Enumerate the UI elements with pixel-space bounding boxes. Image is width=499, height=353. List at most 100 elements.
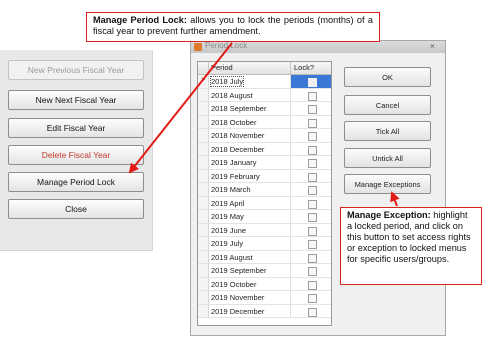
table-row[interactable]: 2018 December [198,142,331,156]
fiscal-year-panel: New Previous Fiscal Year New Next Fiscal… [0,50,153,251]
period-cell: 2019 November [211,293,265,302]
lock-checkbox[interactable] [308,240,317,249]
row-indicator [198,210,209,223]
table-row[interactable]: 2018 September [198,102,331,116]
column-divider [290,169,291,182]
lock-checkbox[interactable] [308,78,317,87]
window-title: Period Lock [205,41,248,50]
column-divider [290,304,291,317]
cancel-button[interactable]: Cancel [344,95,431,115]
table-row[interactable]: 2019 February [198,169,331,183]
period-cell: 2019 December [211,306,265,316]
period-cell: 2019 October [211,279,257,289]
column-divider [290,223,291,236]
period-cell: 2019 February [211,171,260,181]
row-indicator [198,277,209,290]
lock-checkbox[interactable] [308,132,317,141]
window-title-bar[interactable]: Period Lock × [191,41,445,53]
close-icon[interactable]: × [430,41,435,51]
lock-checkbox[interactable] [308,105,317,114]
column-header-period[interactable]: Period [211,63,233,72]
row-indicator [198,129,209,142]
period-cell: 2019 January [211,158,257,167]
row-indicator [198,196,209,209]
period-cell: 2018 October [211,117,257,127]
period-cell: 2019 September [211,266,267,275]
column-divider [290,196,291,209]
column-header-lock[interactable]: Lock? [294,63,314,72]
lock-checkbox[interactable] [308,199,317,209]
row-indicator [198,264,209,277]
lock-checkbox[interactable] [308,226,317,236]
untick-all-button[interactable]: Untick All [344,148,431,168]
new-previous-fiscal-year-button[interactable]: New Previous Fiscal Year [8,60,144,80]
table-row[interactable]: 2019 March [198,183,331,197]
table-row[interactable]: 2019 November [198,291,331,305]
close-button[interactable]: Close [8,199,144,219]
column-divider [290,183,291,196]
table-row[interactable]: 2019 August [198,250,331,264]
new-next-fiscal-year-button[interactable]: New Next Fiscal Year [8,90,144,110]
column-divider [290,142,291,155]
row-indicator [198,304,209,317]
table-row[interactable]: 2019 January [198,156,331,170]
edit-fiscal-year-button[interactable]: Edit Fiscal Year [8,118,144,138]
row-indicator: > [198,75,209,88]
table-row[interactable]: 2019 May [198,210,331,224]
callout-heading: Manage Period Lock: [93,15,187,25]
table-row[interactable]: 2018 October [198,115,331,129]
row-indicator [198,169,209,182]
lock-checkbox[interactable] [308,267,317,276]
column-divider [290,102,291,115]
lock-checkbox[interactable] [308,280,317,290]
table-row[interactable]: 2019 April [198,196,331,210]
table-row[interactable]: 2018 November [198,129,331,143]
period-cell: 2018 July [209,76,245,87]
lock-checkbox[interactable] [308,253,317,263]
period-cell: 2019 March [211,185,251,194]
tick-all-button[interactable]: Tick All [344,121,431,141]
column-divider [290,250,291,263]
row-indicator [198,102,209,115]
table-row[interactable]: 2019 December [198,304,331,318]
row-indicator [198,250,209,263]
table-row[interactable]: 2019 June [198,223,331,237]
table-row[interactable]: 2018 August [198,88,331,102]
period-cell: 2019 August [211,252,253,262]
column-divider [290,277,291,290]
period-cell: 2019 July [211,239,244,248]
row-indicator-header [198,62,209,74]
callout-heading: Manage Exception: [347,210,431,220]
column-divider [290,264,291,277]
row-indicator [198,223,209,236]
table-row[interactable]: 2019 September [198,264,331,278]
manage-exceptions-button[interactable]: Manage Exceptions [344,174,431,194]
period-cell: 2018 November [211,131,265,140]
lock-checkbox[interactable] [308,294,317,303]
period-lock-window: Period Lock × Period Lock? >2018 July 201… [190,40,446,336]
ok-button[interactable]: OK [344,67,431,87]
lock-checkbox[interactable] [308,307,317,317]
period-cell: 2019 May [211,212,244,221]
lock-checkbox[interactable] [308,172,317,182]
table-row[interactable]: >2018 July [198,75,331,89]
column-divider [290,156,291,169]
table-row[interactable]: 2019 July [198,237,331,251]
period-cell: 2018 August [211,90,253,100]
lock-checkbox[interactable] [308,118,317,128]
lock-checkbox[interactable] [308,186,317,195]
lock-checkbox[interactable] [308,145,317,155]
table-row[interactable]: 2019 October [198,277,331,291]
delete-fiscal-year-button[interactable]: Delete Fiscal Year [8,145,144,165]
row-indicator [198,237,209,250]
row-indicator [198,88,209,101]
lock-checkbox[interactable] [308,213,317,222]
lock-checkbox[interactable] [308,159,317,168]
lock-checkbox[interactable] [308,91,317,101]
column-divider [290,115,291,128]
row-indicator [198,142,209,155]
manage-period-lock-button[interactable]: Manage Period Lock [8,172,144,192]
period-cell: 2019 April [211,198,245,208]
period-lock-callout: Manage Period Lock: allows you to lock t… [86,12,380,42]
app-icon [194,43,202,51]
